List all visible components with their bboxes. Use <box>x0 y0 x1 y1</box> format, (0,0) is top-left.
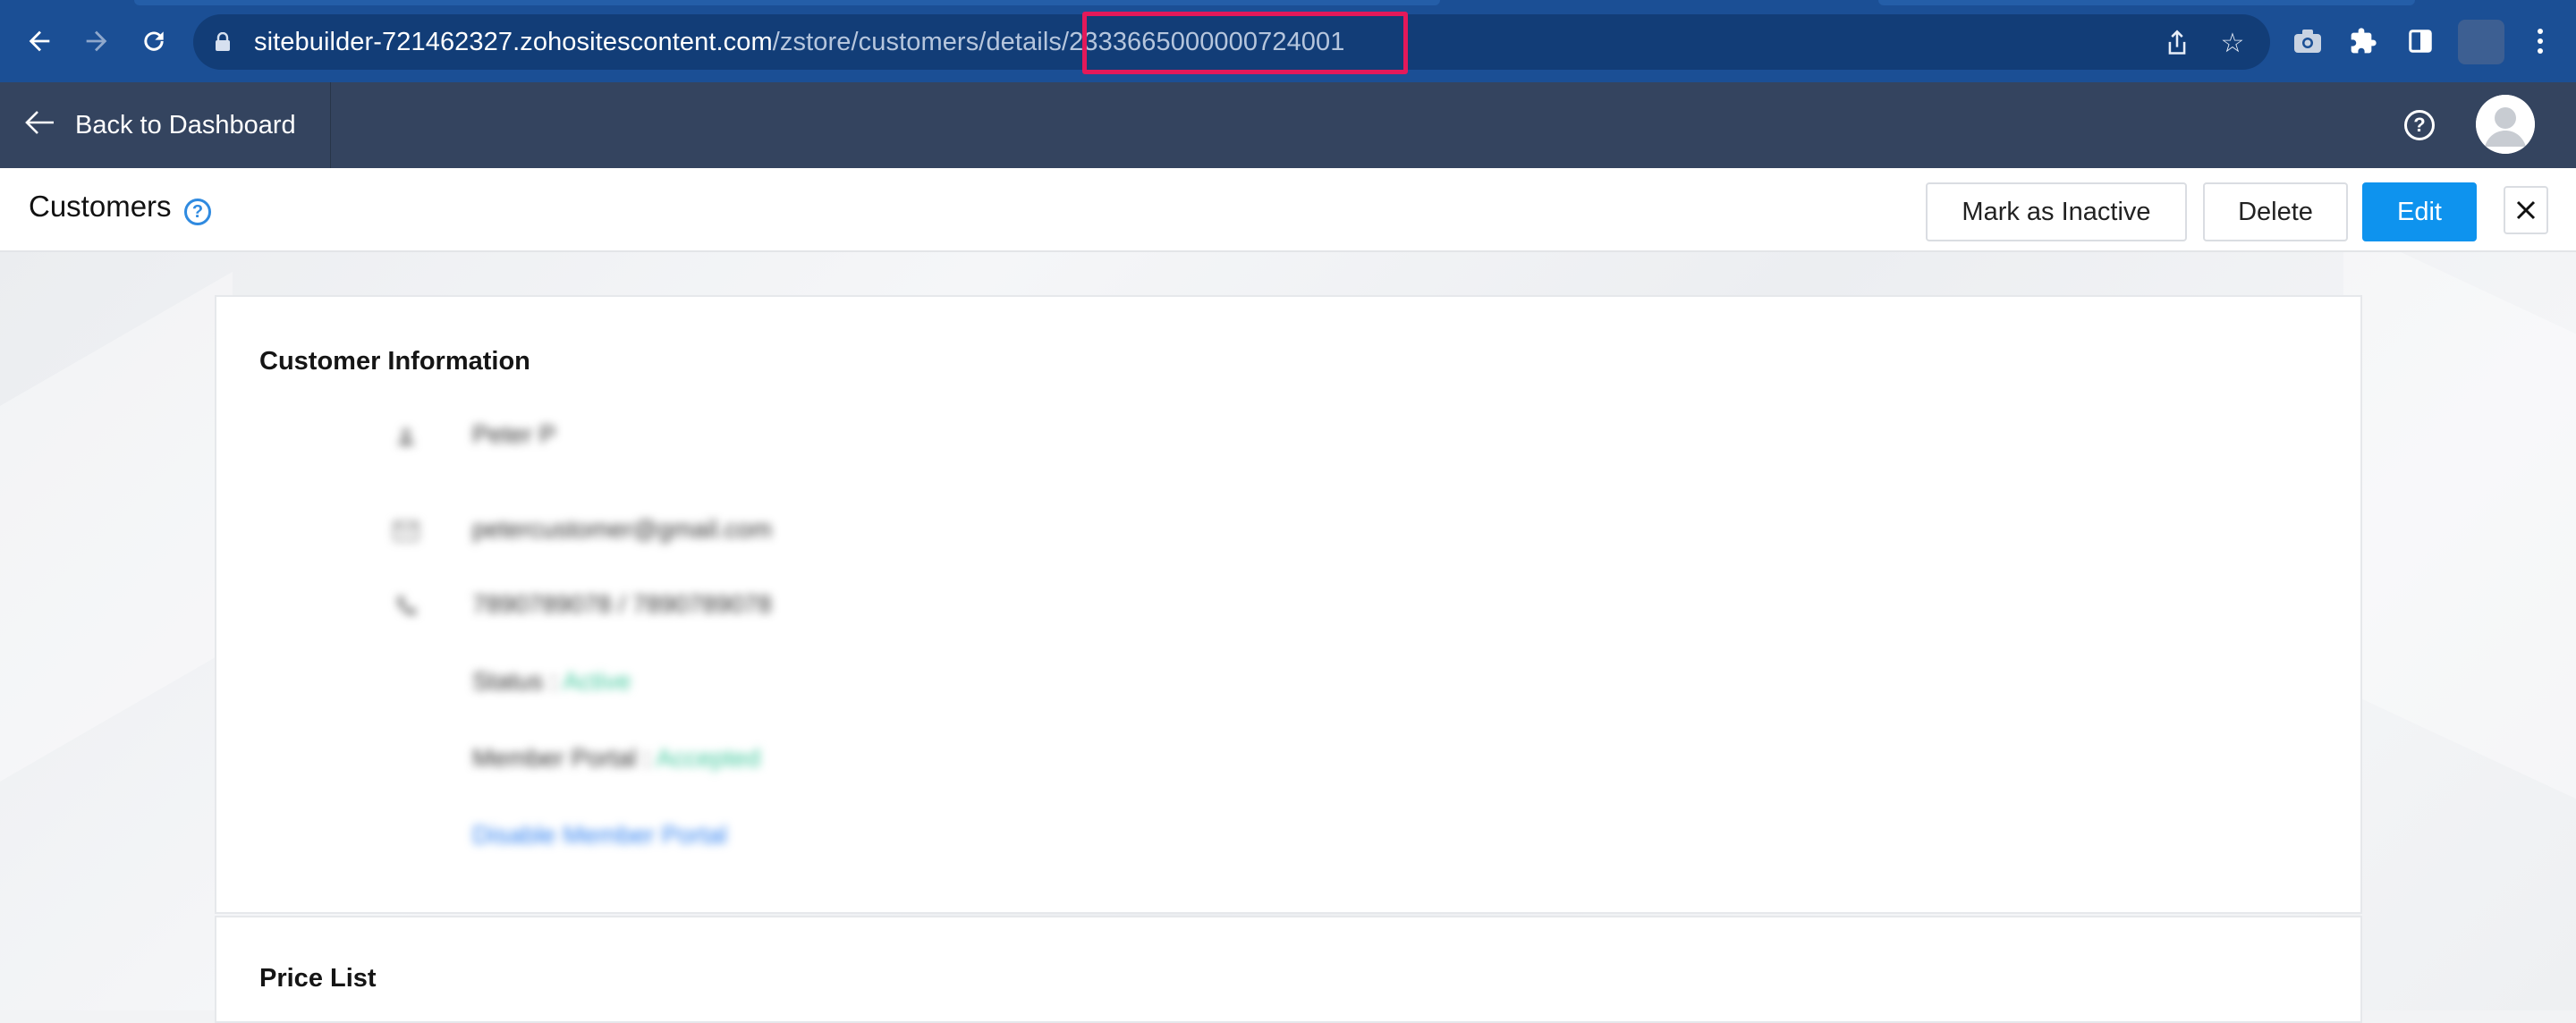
sidepanel-icon[interactable] <box>2401 21 2440 61</box>
avatar[interactable] <box>2476 95 2535 154</box>
phone-icon <box>388 588 424 624</box>
member-portal-line: Member Portal : Accepted <box>472 744 760 773</box>
status-line: Status : Active <box>472 667 631 696</box>
customer-information-card: Customer Information Peter P petercustom… <box>215 295 2362 914</box>
member-portal-label: Member Portal : <box>472 744 651 772</box>
app-header: Back to Dashboard ? <box>0 82 2576 168</box>
url-host: sitebuilder-721462327.zohositescontent.c… <box>254 28 773 56</box>
browser-tab-edge <box>1878 0 2415 5</box>
background-facet <box>0 271 233 824</box>
profile-icon[interactable] <box>2458 20 2504 64</box>
page-title: Customers <box>29 190 172 223</box>
reload-icon[interactable] <box>132 20 175 63</box>
delete-button[interactable]: Delete <box>2203 182 2348 241</box>
page-toolbar: Customers ? Mark as Inactive Delete Edit <box>0 168 2576 252</box>
status-value: Active <box>563 667 631 695</box>
customer-email: petercustomer@gmail.com <box>472 515 772 543</box>
status-label: Status : <box>472 667 557 695</box>
share-icon[interactable] <box>2161 27 2193 59</box>
mark-as-inactive-button[interactable]: Mark as Inactive <box>1926 182 2187 241</box>
disable-member-portal-link[interactable]: Disable Member Portal <box>472 821 727 850</box>
background-facet <box>2343 252 2576 816</box>
star-icon[interactable]: ☆ <box>2216 27 2249 59</box>
camera-icon[interactable] <box>2288 21 2327 61</box>
back-to-dashboard-label: Back to Dashboard <box>75 110 296 140</box>
person-icon <box>388 418 424 454</box>
customer-name: Peter P <box>472 420 556 448</box>
back-to-dashboard-link[interactable]: Back to Dashboard <box>0 82 331 168</box>
edit-button[interactable]: Edit <box>2362 182 2477 241</box>
forward-icon[interactable] <box>75 20 118 63</box>
browser-toolbar: sitebuilder-721462327.zohositescontent.c… <box>0 0 2576 82</box>
url-path: /zstore/customers/details <box>772 28 1062 56</box>
browser-tab-edge <box>134 0 1440 5</box>
help-icon[interactable]: ? <box>184 199 211 225</box>
close-icon[interactable] <box>2504 186 2548 234</box>
mail-icon <box>388 513 424 549</box>
customer-phone: 7890789078 / 7890789078 <box>472 590 772 618</box>
price-list-card: Price List <box>215 916 2362 1023</box>
puzzle-icon[interactable] <box>2343 21 2383 61</box>
back-icon[interactable] <box>18 20 61 63</box>
arrow-left-icon <box>25 108 55 143</box>
member-portal-value: Accepted <box>656 744 761 772</box>
customer-information-heading: Customer Information <box>259 347 530 376</box>
kebab-menu-icon[interactable] <box>2522 20 2558 63</box>
url-highlight-box <box>1082 12 1408 74</box>
help-icon[interactable]: ? <box>2404 110 2435 140</box>
price-list-heading: Price List <box>259 964 377 993</box>
lock-icon[interactable] <box>215 31 231 52</box>
